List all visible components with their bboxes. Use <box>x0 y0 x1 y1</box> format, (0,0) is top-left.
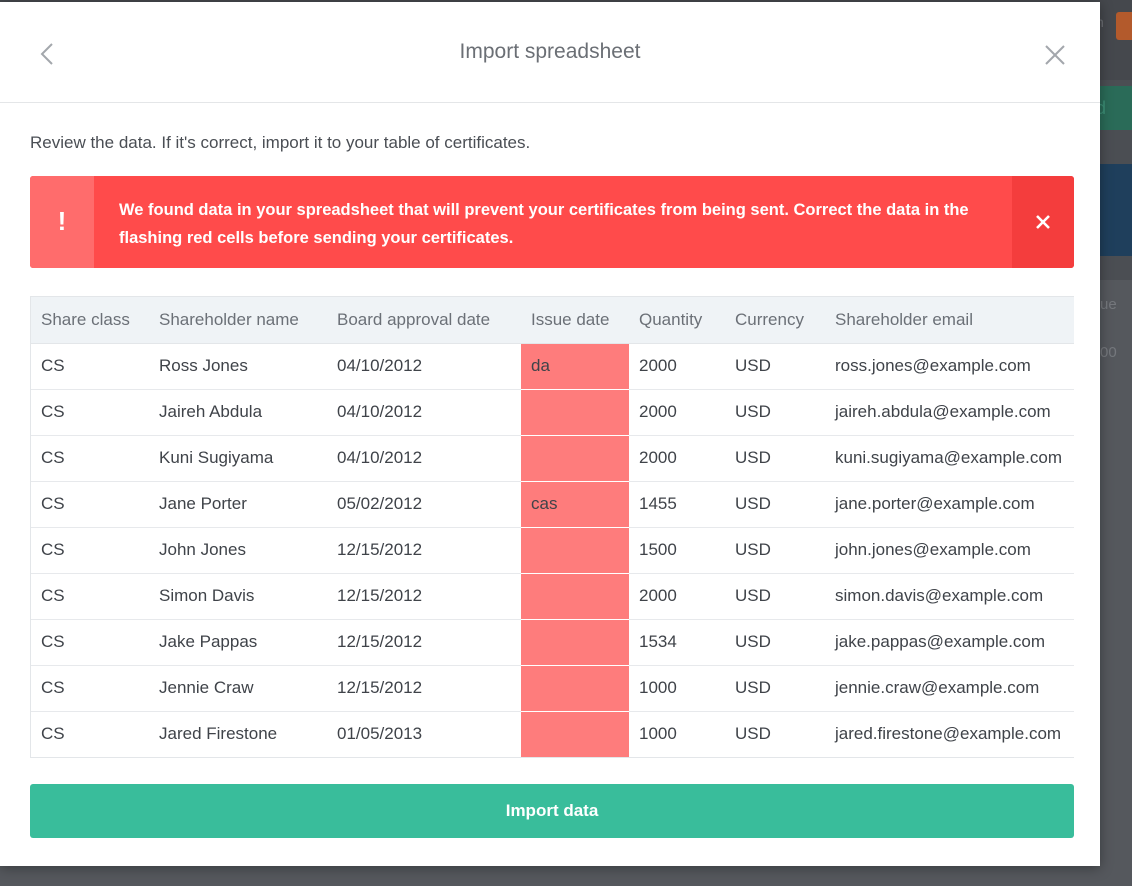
table-cell: 1500 <box>629 527 725 574</box>
table-cell: jared.firestone@example.com <box>835 724 1062 744</box>
table-cell: CS <box>31 665 149 712</box>
table-cell: simon.davis@example.com <box>825 573 1074 620</box>
table-row: CS Jared Firestone 01/05/2013 1000 USD jared.… <box>31 711 1074 757</box>
table-cell: Jared Firestone <box>159 724 278 744</box>
table-row: CS Jaireh Abdula 04/10/2012 2000 USD jaireh.a… <box>31 389 1074 436</box>
table-cell: Jake Pappas <box>149 619 327 666</box>
alert-message: We found data in your spreadsheet that w… <box>119 201 969 247</box>
exclamation-icon: ! <box>57 206 67 236</box>
table-cell: USD <box>725 527 825 574</box>
table-cell: 12/15/2012 <box>327 665 521 712</box>
table-cell: 05/02/2012 <box>327 481 521 528</box>
background-column-header: ue <box>1100 296 1117 313</box>
table-row: CS Jane Porter 05/02/2012 cas 1455 USD jane.po… <box>31 481 1074 528</box>
table-cell: 1000 <box>629 665 725 712</box>
alert-icon-box: ! <box>30 176 94 268</box>
table-cell: USD <box>725 481 825 528</box>
table-cell: jaireh.abdula@example.com <box>825 389 1074 436</box>
table-row: CS Jennie Craw 12/15/2012 1000 USD jennie.cra… <box>31 665 1074 712</box>
table-row: CS Jake Pappas 12/15/2012 1534 USD jake.pappa… <box>31 619 1074 666</box>
table-cell: CS <box>31 527 149 574</box>
table-cell: CS <box>31 389 149 436</box>
table-cell: jennie.craw@example.com <box>825 665 1074 712</box>
data-table: Share class Shareholder name Board approva… <box>31 297 1074 757</box>
import-spreadsheet-modal: Import spreadsheet Review the data. If i… <box>0 2 1100 866</box>
table-cell: USD <box>725 343 825 390</box>
table-cell: ross.jones@example.com <box>825 343 1074 390</box>
error-cell[interactable] <box>521 619 629 666</box>
table-cell: 04/10/2012 <box>327 435 521 482</box>
table-cell: USD <box>725 619 825 666</box>
table-body: CS Ross Jones 04/10/2012 da 2000 USD ross.jone… <box>31 343 1074 757</box>
table-cell: CS <box>31 481 149 528</box>
table-cell: 12/15/2012 <box>327 619 521 666</box>
error-cell[interactable] <box>521 573 629 620</box>
table-cell: 2000 <box>629 389 725 436</box>
table-cell: USD <box>725 389 825 436</box>
table-cell: 1000 <box>639 724 677 744</box>
table-cell: Jaireh Abdula <box>149 389 327 436</box>
table-cell: 04/10/2012 <box>327 343 521 390</box>
error-cell[interactable]: cas <box>521 481 629 528</box>
background-cell-value: 00 <box>1100 344 1117 361</box>
table-cell: john.jones@example.com <box>825 527 1074 574</box>
alert-dismiss-button[interactable] <box>1012 176 1074 268</box>
error-cell[interactable]: da <box>521 343 629 390</box>
table-cell: Jennie Craw <box>149 665 327 712</box>
table-cell: Simon Davis <box>149 573 327 620</box>
table-cell: 1455 <box>629 481 725 528</box>
error-cell[interactable] <box>521 389 629 436</box>
error-cell[interactable] <box>521 527 629 574</box>
table-cell: Ross Jones <box>149 343 327 390</box>
table-row: CS Ross Jones 04/10/2012 da 2000 USD ross.jone… <box>31 343 1074 390</box>
table-row: CS Kuni Sugiyama 04/10/2012 2000 USD kuni.sug… <box>31 435 1074 482</box>
column-header: Shareholder email <box>825 297 1074 344</box>
column-header: Board approval date <box>327 297 521 344</box>
column-header: Issue date <box>521 297 629 344</box>
table-cell: kuni.sugiyama@example.com <box>825 435 1074 482</box>
table-cell: USD <box>725 435 825 482</box>
table-cell: CS <box>41 724 65 744</box>
table-cell: 2000 <box>629 573 725 620</box>
column-header: Currency <box>725 297 825 344</box>
table-cell: Jane Porter <box>149 481 327 528</box>
modal-header: Import spreadsheet <box>0 2 1100 103</box>
close-icon <box>1045 45 1065 65</box>
error-cell[interactable] <box>521 435 629 482</box>
table-cell: 2000 <box>629 343 725 390</box>
table-header-row: Share class Shareholder name Board approva… <box>31 297 1074 344</box>
table-cell: 04/10/2012 <box>327 389 521 436</box>
table-cell: CS <box>31 619 149 666</box>
table-cell: 12/15/2012 <box>327 527 521 574</box>
table-cell: 12/15/2012 <box>327 573 521 620</box>
table-cell: jake.pappas@example.com <box>825 619 1074 666</box>
error-alert: ! We found data in your spreadsheet that… <box>30 176 1074 268</box>
close-icon <box>1036 215 1050 229</box>
import-data-button[interactable]: Import data <box>30 784 1074 838</box>
data-table-container[interactable]: Share class Shareholder name Board approva… <box>30 296 1074 758</box>
table-cell: 01/05/2013 <box>337 724 423 744</box>
table-cell: 2000 <box>629 435 725 482</box>
table-cell: CS <box>31 435 149 482</box>
table-cell: 1534 <box>629 619 725 666</box>
background-avatar-badge <box>1116 12 1132 40</box>
column-header: Shareholder name <box>149 297 327 344</box>
intro-text: Review the data. If it's correct, import… <box>30 133 531 152</box>
error-cell[interactable] <box>521 665 629 712</box>
table-cell: John Jones <box>149 527 327 574</box>
table-row: CS Simon Davis 12/15/2012 2000 USD simon.davi… <box>31 573 1074 620</box>
column-header: Share class <box>31 297 149 344</box>
table-cell: USD <box>725 665 825 712</box>
table-cell: jane.porter@example.com <box>825 481 1074 528</box>
error-cell[interactable] <box>521 711 629 757</box>
table-cell: CS <box>31 343 149 390</box>
close-button[interactable] <box>1040 40 1070 70</box>
column-header: Quantity <box>629 297 725 344</box>
table-cell: USD <box>725 573 825 620</box>
modal-title: Import spreadsheet <box>459 40 641 63</box>
table-cell: USD <box>735 724 771 744</box>
table-row: CS John Jones 12/15/2012 1500 USD john.jones@… <box>31 527 1074 574</box>
table-cell: Kuni Sugiyama <box>149 435 327 482</box>
table-cell: CS <box>31 573 149 620</box>
